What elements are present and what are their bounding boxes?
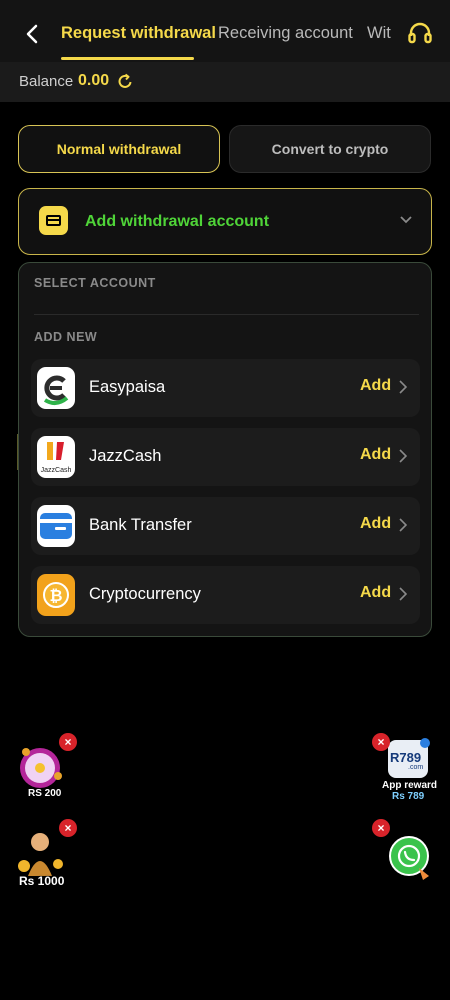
chevron-right-icon: [399, 587, 407, 601]
method-name: JazzCash: [89, 447, 162, 465]
method-row-cryptocurrency[interactable]: ₿ Cryptocurrency Add: [31, 566, 420, 624]
method-name: Bank Transfer: [89, 516, 192, 534]
headset-icon[interactable]: [407, 20, 433, 46]
refresh-icon[interactable]: [117, 73, 134, 90]
balance-bar: Balance 0.00: [0, 62, 450, 102]
bitcoin-icon: ₿: [37, 574, 75, 616]
jazzcash-icon: JazzCash: [37, 436, 75, 478]
chevron-right-icon: [399, 449, 407, 463]
close-bonus-promo-button[interactable]: ×: [59, 819, 77, 837]
balance-label: Balance: [19, 73, 74, 90]
easypaisa-icon: [37, 367, 75, 409]
whatsapp-button[interactable]: [389, 836, 435, 882]
tab-request-withdrawal[interactable]: Request withdrawal: [61, 24, 216, 43]
chevron-down-icon: [400, 216, 412, 224]
app-logo-text: R789: [390, 750, 422, 765]
app-reward-value: Rs 789: [392, 791, 425, 802]
select-account-heading: SELECT ACCOUNT: [34, 276, 156, 290]
tab-receiving-account[interactable]: Receiving account: [218, 24, 353, 43]
chevron-left-icon[interactable]: [22, 22, 42, 46]
close-wheel-promo-button[interactable]: ×: [59, 733, 77, 751]
account-dropdown-panel: SELECT ACCOUNT ADD NEW Easypaisa Add Jaz…: [18, 262, 432, 637]
add-cryptocurrency-button[interactable]: Add: [360, 584, 391, 602]
download-icon: [420, 738, 430, 748]
balance-value: 0.00: [78, 72, 110, 89]
add-new-heading: ADD NEW: [34, 330, 98, 344]
svg-text:JazzCash: JazzCash: [41, 467, 72, 474]
bank-card-icon: [37, 505, 75, 547]
app-reward-widget[interactable]: R789 .com App reward Rs 789: [380, 738, 438, 804]
normal-withdrawal-button[interactable]: Normal withdrawal: [18, 125, 220, 173]
add-bank-transfer-button[interactable]: Add: [360, 515, 391, 533]
svg-text:₿: ₿: [49, 586, 62, 605]
add-easypaisa-button[interactable]: Add: [360, 377, 391, 395]
active-tab-indicator: [61, 57, 194, 60]
app-reward-label: App reward: [382, 780, 438, 791]
method-row-jazzcash[interactable]: JazzCash JazzCash Add: [31, 428, 420, 486]
app-logo-icon: R789 .com: [388, 738, 430, 778]
close-app-reward-button[interactable]: ×: [372, 733, 390, 751]
whatsapp-icon: [389, 836, 429, 880]
method-name: Easypaisa: [89, 378, 166, 396]
close-whatsapp-button[interactable]: ×: [372, 819, 390, 837]
app-logo-suffix: .com: [408, 764, 424, 771]
card-icon: [39, 206, 68, 235]
method-row-bank-transfer[interactable]: Bank Transfer Add: [31, 497, 420, 555]
method-name: Cryptocurrency: [89, 585, 201, 603]
bonus-promo-text: Rs 1000: [19, 874, 65, 888]
tab-withdrawal-history[interactable]: Wit: [367, 24, 391, 43]
add-jazzcash-button[interactable]: Add: [360, 446, 391, 464]
top-header: Request withdrawal Receiving account Wit: [0, 0, 450, 62]
chevron-right-icon: [399, 380, 407, 394]
chevron-right-icon: [399, 518, 407, 532]
convert-to-crypto-button[interactable]: Convert to crypto: [229, 125, 431, 173]
method-row-easypaisa[interactable]: Easypaisa Add: [31, 359, 420, 417]
add-withdrawal-account-label: Add withdrawal account: [85, 213, 270, 230]
divider: [34, 314, 419, 315]
add-withdrawal-account-dropdown[interactable]: Add withdrawal account: [18, 188, 432, 255]
wheel-promo-text: RS 200: [28, 788, 62, 799]
